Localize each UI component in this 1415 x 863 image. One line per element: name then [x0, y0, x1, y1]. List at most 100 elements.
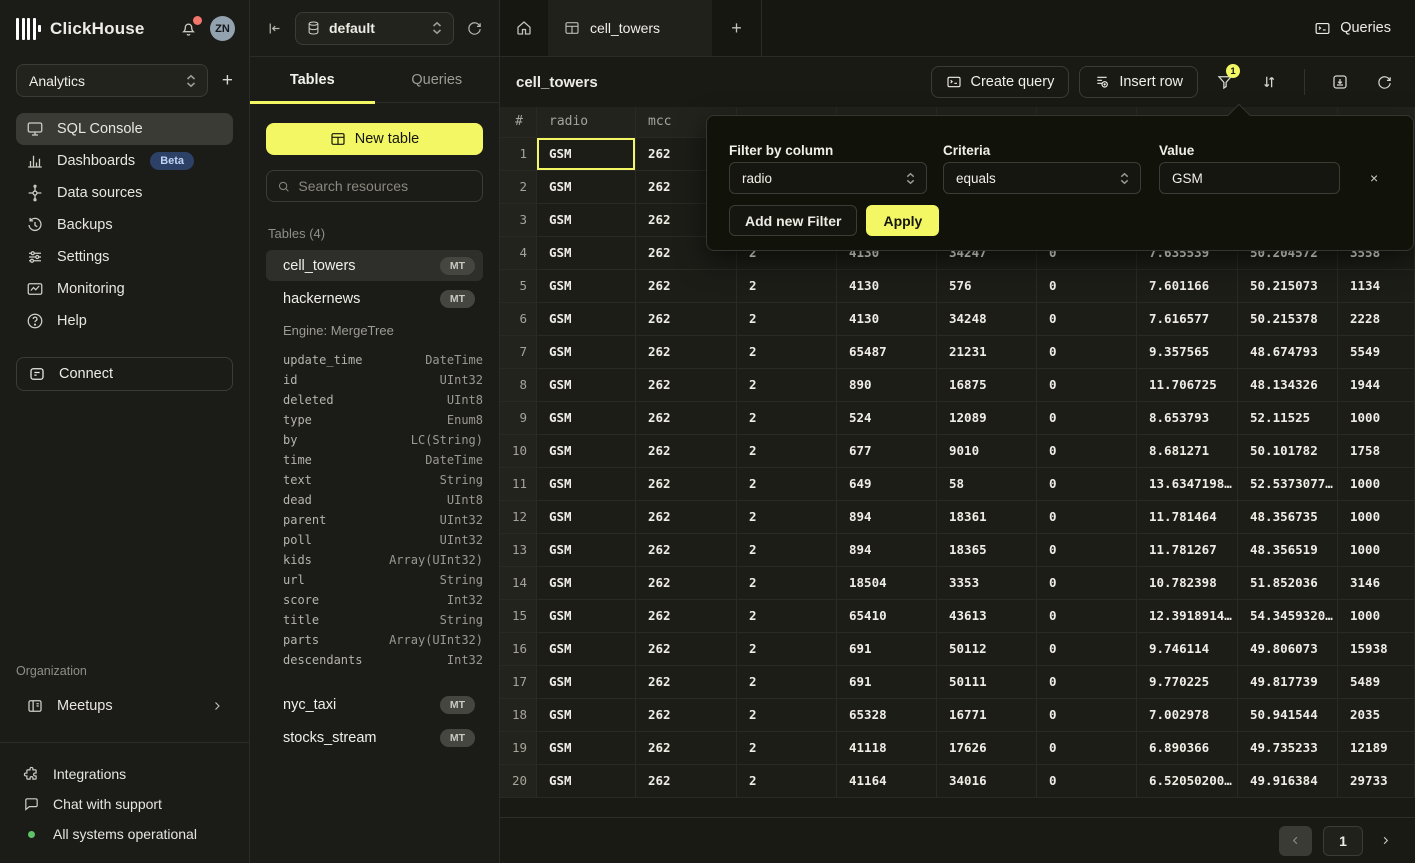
table-cell[interactable]: 1000	[1338, 402, 1415, 435]
row-number[interactable]: 8	[500, 369, 537, 402]
table-cell[interactable]: 49.817739	[1238, 666, 1338, 699]
row-number[interactable]: 11	[500, 468, 537, 501]
table-cell[interactable]: 58	[937, 468, 1037, 501]
table-cell[interactable]: 0	[1037, 765, 1137, 798]
table-cell[interactable]: 0	[1037, 699, 1137, 732]
table-cell[interactable]: GSM	[537, 237, 636, 270]
table-cell[interactable]: 890	[837, 369, 937, 402]
connect-button[interactable]: Connect	[16, 357, 233, 391]
insert-row-button[interactable]: Insert row	[1079, 66, 1198, 98]
table-cell[interactable]: GSM	[537, 435, 636, 468]
row-number[interactable]: 1	[500, 138, 537, 171]
row-number[interactable]: 12	[500, 501, 537, 534]
table-cell[interactable]: 0	[1037, 336, 1137, 369]
table-cell[interactable]: GSM	[537, 699, 636, 732]
table-cell[interactable]: 50.101782	[1238, 435, 1338, 468]
table-cell[interactable]: 262	[636, 270, 737, 303]
row-number[interactable]: 5	[500, 270, 537, 303]
tab-tables[interactable]: Tables	[250, 57, 375, 102]
table-cell[interactable]: 1758	[1338, 435, 1415, 468]
table-cell[interactable]: 52.11525	[1238, 402, 1338, 435]
table-cell[interactable]: 65410	[837, 600, 937, 633]
table-cell[interactable]: 2	[737, 303, 837, 336]
table-cell[interactable]: 2	[737, 402, 837, 435]
table-cell[interactable]: 0	[1037, 732, 1137, 765]
table-cell[interactable]: 18365	[937, 534, 1037, 567]
table-cell[interactable]: GSM	[537, 402, 636, 435]
table-cell[interactable]: 41118	[837, 732, 937, 765]
table-cell[interactable]: 11.781464	[1137, 501, 1238, 534]
table-list-item-nyc-taxi[interactable]: nyc_taxi MT	[266, 689, 483, 720]
table-cell[interactable]: 52.5373077…	[1238, 468, 1338, 501]
apply-filter-button[interactable]: Apply	[866, 205, 939, 236]
table-cell[interactable]: 4130	[837, 303, 937, 336]
table-cell[interactable]: 2228	[1338, 303, 1415, 336]
table-cell[interactable]: 2	[737, 633, 837, 666]
row-number[interactable]: 9	[500, 402, 537, 435]
table-cell[interactable]: 524	[837, 402, 937, 435]
table-cell[interactable]: GSM	[537, 270, 636, 303]
table-cell[interactable]: 11.781267	[1137, 534, 1238, 567]
row-number[interactable]: 18	[500, 699, 537, 732]
table-cell[interactable]: 894	[837, 501, 937, 534]
table-cell[interactable]: 1134	[1338, 270, 1415, 303]
table-cell[interactable]: 48.356735	[1238, 501, 1338, 534]
table-cell[interactable]: 3353	[937, 567, 1037, 600]
table-list-item-hackernews[interactable]: hackernews MT	[266, 283, 483, 314]
table-cell[interactable]: 15938	[1338, 633, 1415, 666]
table-cell[interactable]: 2	[737, 270, 837, 303]
table-cell[interactable]: 7.002978	[1137, 699, 1238, 732]
table-cell[interactable]: 6.52050200…	[1137, 765, 1238, 798]
table-cell[interactable]: GSM	[537, 138, 636, 171]
table-cell[interactable]: 262	[636, 567, 737, 600]
table-cell[interactable]: 262	[636, 369, 737, 402]
table-cell[interactable]: 1000	[1338, 534, 1415, 567]
filter-column-select[interactable]: radio	[729, 162, 927, 194]
table-cell[interactable]: 2	[737, 534, 837, 567]
table-cell[interactable]: 9.746114	[1137, 633, 1238, 666]
table-cell[interactable]: GSM	[537, 303, 636, 336]
table-cell[interactable]: 8.681271	[1137, 435, 1238, 468]
table-cell[interactable]: 16875	[937, 369, 1037, 402]
table-cell[interactable]: 43613	[937, 600, 1037, 633]
table-cell[interactable]: 262	[636, 699, 737, 732]
table-cell[interactable]: 1000	[1338, 600, 1415, 633]
column-header[interactable]: #	[500, 107, 537, 138]
table-cell[interactable]: 2	[737, 600, 837, 633]
table-cell[interactable]: 576	[937, 270, 1037, 303]
table-cell[interactable]: 0	[1037, 270, 1137, 303]
queries-button[interactable]: Queries	[1290, 0, 1415, 56]
workspace-select[interactable]: Analytics	[16, 64, 208, 97]
table-cell[interactable]: GSM	[537, 600, 636, 633]
table-cell[interactable]: GSM	[537, 171, 636, 204]
sidebar-item-system-status[interactable]: All systems operational	[16, 819, 233, 849]
table-cell[interactable]: 8.653793	[1137, 402, 1238, 435]
row-number[interactable]: 4	[500, 237, 537, 270]
row-number[interactable]: 2	[500, 171, 537, 204]
table-cell[interactable]: GSM	[537, 666, 636, 699]
table-cell[interactable]: 49.806073	[1238, 633, 1338, 666]
table-cell[interactable]: 691	[837, 666, 937, 699]
table-cell[interactable]: 18361	[937, 501, 1037, 534]
table-cell[interactable]: 0	[1037, 369, 1137, 402]
table-cell[interactable]: GSM	[537, 336, 636, 369]
table-cell[interactable]: 12089	[937, 402, 1037, 435]
sidebar-item-integrations[interactable]: Integrations	[16, 759, 233, 789]
table-cell[interactable]: 48.356519	[1238, 534, 1338, 567]
sidebar-item-help[interactable]: Help	[16, 305, 233, 337]
table-cell[interactable]: 2	[737, 765, 837, 798]
sidebar-item-data-sources[interactable]: Data sources	[16, 177, 233, 209]
table-cell[interactable]: 2035	[1338, 699, 1415, 732]
table-cell[interactable]: 649	[837, 468, 937, 501]
table-cell[interactable]: 2	[737, 567, 837, 600]
table-cell[interactable]: 0	[1037, 666, 1137, 699]
table-cell[interactable]: 12.3918914…	[1137, 600, 1238, 633]
row-number[interactable]: 7	[500, 336, 537, 369]
next-page-button[interactable]	[1374, 835, 1397, 846]
table-list-item-cell-towers[interactable]: cell_towers MT	[266, 250, 483, 281]
table-cell[interactable]: 262	[636, 633, 737, 666]
database-select[interactable]: default	[295, 12, 454, 45]
table-cell[interactable]: GSM	[537, 765, 636, 798]
table-cell[interactable]: 9010	[937, 435, 1037, 468]
table-cell[interactable]: 9.357565	[1137, 336, 1238, 369]
